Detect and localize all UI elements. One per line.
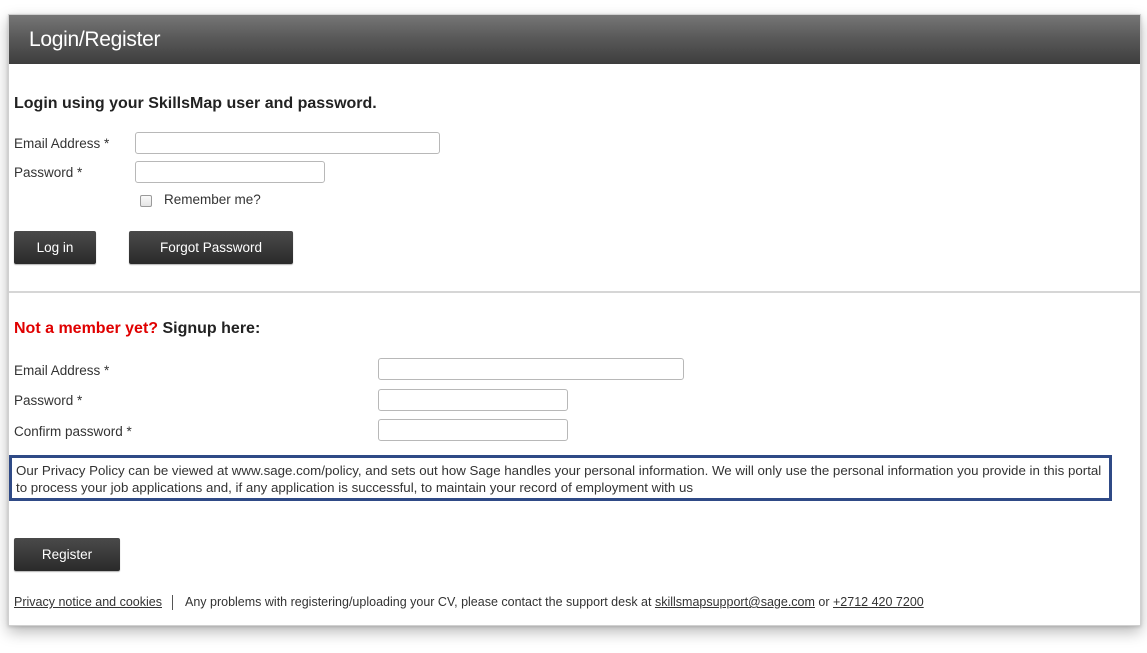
panel-header: Login/Register [9, 15, 1140, 64]
login-register-panel: Login/Register Login using your SkillsMa… [8, 14, 1141, 626]
signup-confirm-password-input[interactable] [378, 419, 568, 441]
footer-separator [172, 595, 173, 611]
remember-me-label: Remember me? [164, 192, 261, 207]
signup-email-label: Email Address * [14, 363, 110, 378]
support-phone-link[interactable]: +2712 420 7200 [833, 595, 924, 609]
signup-heading: Not a member yet? Signup here: [14, 320, 260, 338]
login-button[interactable]: Log in [14, 231, 96, 264]
signup-heading-rest: Signup here: [158, 320, 261, 337]
support-text: Any problems with registering/uploading … [185, 595, 655, 609]
login-email-input[interactable] [135, 132, 440, 154]
login-heading: Login using your SkillsMap user and pass… [14, 95, 377, 112]
footer: Privacy notice and cookies Any problems w… [14, 595, 924, 611]
or-text: or [814, 595, 833, 609]
login-email-label: Email Address * [14, 136, 110, 151]
signup-password-input[interactable] [378, 389, 568, 411]
support-email-link[interactable]: skillsmapsupport@sage.com [655, 595, 815, 609]
section-divider [9, 291, 1140, 293]
signup-password-label: Password * [14, 393, 83, 408]
forgot-password-button[interactable]: Forgot Password [129, 231, 293, 264]
page-title: Login/Register [29, 28, 161, 51]
privacy-notice-link[interactable]: Privacy notice and cookies [14, 595, 162, 609]
remember-me-checkbox[interactable] [140, 195, 152, 207]
register-button[interactable]: Register [14, 538, 120, 571]
signup-heading-highlight: Not a member yet? [14, 320, 159, 337]
signup-email-input[interactable] [378, 358, 684, 380]
login-password-label: Password * [14, 165, 83, 180]
signup-confirm-password-label: Confirm password * [14, 424, 132, 439]
login-password-input[interactable] [135, 161, 325, 183]
privacy-policy-notice: Our Privacy Policy can be viewed at www.… [9, 455, 1112, 501]
